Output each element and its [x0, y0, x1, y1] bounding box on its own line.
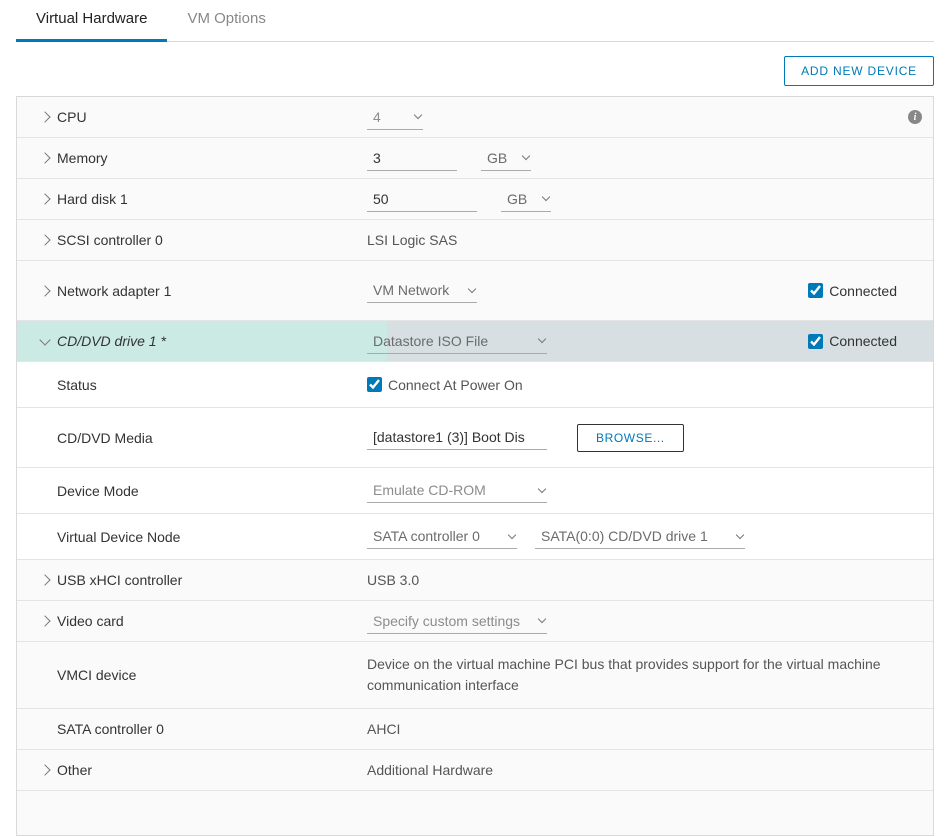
memory-label: Memory — [57, 142, 367, 174]
row-cd-status: Status Connect At Power On — [17, 362, 933, 408]
scsi-label: SCSI controller 0 — [57, 224, 367, 256]
memory-unit-value: GB — [487, 150, 507, 166]
sata-label: SATA controller 0 — [57, 713, 367, 745]
cd-vdn-controller-value: SATA controller 0 — [373, 528, 480, 544]
row-cd-vdn: Virtual Device Node SATA controller 0 SA… — [17, 514, 933, 560]
vmci-label: VMCI device — [57, 659, 367, 691]
video-value: Specify custom settings — [373, 613, 520, 629]
browse-button[interactable]: BROWSE... — [577, 424, 684, 452]
video-label: Video card — [57, 605, 367, 637]
network-label: Network adapter 1 — [57, 275, 367, 307]
network-connected-label: Connected — [829, 283, 897, 299]
chevron-right-icon — [39, 574, 50, 585]
row-memory[interactable]: Memory GB — [17, 138, 933, 179]
chevron-down-icon — [468, 284, 476, 292]
tab-vm-options[interactable]: VM Options — [167, 0, 285, 41]
row-video[interactable]: Video card Specify custom settings — [17, 601, 933, 642]
other-value: Additional Hardware — [367, 762, 933, 778]
info-icon[interactable]: i — [908, 110, 922, 124]
row-network[interactable]: Network adapter 1 VM Network Connected — [17, 261, 933, 321]
row-usb[interactable]: USB xHCI controller USB 3.0 — [17, 560, 933, 601]
row-cpu[interactable]: CPU 4 i — [17, 97, 933, 138]
chevron-right-icon — [39, 615, 50, 626]
cd-vdn-port-value: SATA(0:0) CD/DVD drive 1 — [541, 528, 708, 544]
cd-dvd-source-value: Datastore ISO File — [373, 333, 488, 349]
row-cd-device-mode: Device Mode Emulate CD-ROM — [17, 468, 933, 514]
row-cd-dvd[interactable]: CD/DVD drive 1 * Datastore ISO File Conn… — [17, 321, 933, 362]
usb-label: USB xHCI controller — [57, 564, 367, 596]
chevron-right-icon — [39, 285, 50, 296]
cpu-select[interactable]: 4 — [367, 105, 423, 130]
chevron-down-icon — [508, 530, 516, 538]
chevron-down-icon — [538, 484, 546, 492]
hard-disk-unit-value: GB — [507, 191, 527, 207]
tab-virtual-hardware[interactable]: Virtual Hardware — [16, 0, 167, 42]
cd-vdn-label: Virtual Device Node — [57, 521, 367, 553]
chevron-down-icon — [736, 530, 744, 538]
vmci-value: Device on the virtual machine PCI bus th… — [367, 646, 933, 704]
cd-status-label: Status — [57, 369, 367, 401]
row-hard-disk[interactable]: Hard disk 1 GB — [17, 179, 933, 220]
cd-media-label: CD/DVD Media — [57, 422, 367, 454]
chevron-down-icon — [538, 335, 546, 343]
cd-device-mode-select[interactable]: Emulate CD-ROM — [367, 478, 547, 503]
chevron-down-icon — [538, 615, 546, 623]
cd-connected-label: Connected — [829, 333, 897, 349]
chevron-down-icon — [522, 152, 530, 160]
chevron-right-icon — [39, 193, 50, 204]
memory-input[interactable] — [367, 146, 457, 171]
chevron-right-icon — [39, 764, 50, 775]
tabs: Virtual Hardware VM Options — [16, 0, 934, 42]
row-scsi[interactable]: SCSI controller 0 LSI Logic SAS — [17, 220, 933, 261]
hard-disk-label: Hard disk 1 — [57, 183, 367, 215]
cd-vdn-controller-select[interactable]: SATA controller 0 — [367, 524, 517, 549]
network-value: VM Network — [373, 282, 449, 298]
cd-status-value: Connect At Power On — [388, 377, 523, 393]
sata-value: AHCI — [367, 721, 933, 737]
add-new-device-button[interactable]: ADD NEW DEVICE — [784, 56, 934, 86]
row-cd-media: CD/DVD Media BROWSE... — [17, 408, 933, 468]
chevron-down-icon — [39, 334, 50, 345]
chevron-down-icon — [414, 111, 422, 119]
chevron-right-icon — [39, 234, 50, 245]
hardware-panel: CPU 4 i Memory GB Hard disk 1 — [16, 96, 934, 836]
cd-dvd-label: CD/DVD drive 1 * — [57, 325, 367, 357]
scsi-value: LSI Logic SAS — [367, 232, 933, 248]
network-connected-checkbox[interactable] — [808, 283, 823, 298]
top-actions: ADD NEW DEVICE — [16, 56, 934, 86]
hard-disk-input[interactable] — [367, 187, 477, 212]
memory-unit-select[interactable]: GB — [481, 146, 531, 171]
other-label: Other — [57, 754, 367, 786]
hard-disk-unit-select[interactable]: GB — [501, 187, 551, 212]
chevron-down-icon — [542, 193, 550, 201]
network-select[interactable]: VM Network — [367, 278, 477, 303]
cd-device-mode-value: Emulate CD-ROM — [373, 482, 486, 498]
usb-value: USB 3.0 — [367, 572, 933, 588]
cpu-value: 4 — [373, 109, 381, 125]
cpu-label: CPU — [57, 101, 367, 133]
cd-device-mode-label: Device Mode — [57, 475, 367, 507]
row-other[interactable]: Other Additional Hardware — [17, 750, 933, 791]
cd-vdn-port-select[interactable]: SATA(0:0) CD/DVD drive 1 — [535, 524, 745, 549]
cd-connected-checkbox[interactable] — [808, 334, 823, 349]
row-sata: SATA controller 0 AHCI — [17, 709, 933, 750]
cd-dvd-source-select[interactable]: Datastore ISO File — [367, 329, 547, 354]
footer-space — [17, 791, 933, 835]
chevron-right-icon — [39, 152, 50, 163]
chevron-right-icon — [39, 111, 50, 122]
cd-media-input[interactable] — [367, 425, 547, 450]
cd-connect-power-checkbox[interactable] — [367, 377, 382, 392]
row-vmci: VMCI device Device on the virtual machin… — [17, 642, 933, 709]
video-select[interactable]: Specify custom settings — [367, 609, 547, 634]
